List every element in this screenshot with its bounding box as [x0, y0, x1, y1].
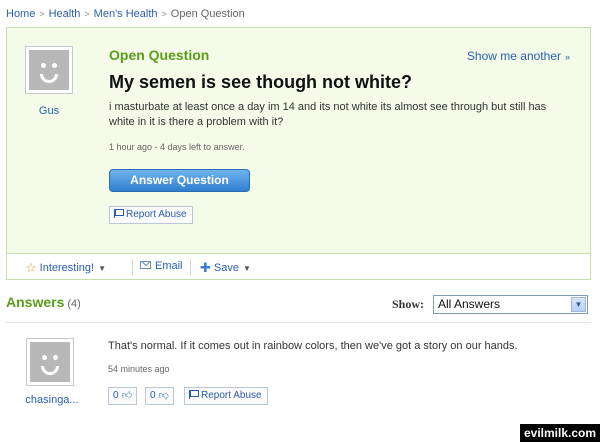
thumb-up-icon: 👍︎ [121, 390, 133, 401]
question-title: My semen is see though not white? [109, 72, 413, 92]
default-avatar-icon [29, 50, 69, 90]
answer-question-button[interactable]: Answer Question [109, 169, 250, 192]
report-abuse-label: Report Abuse [126, 209, 187, 220]
answer-meta: 54 minutes ago [108, 364, 170, 374]
flag-icon [189, 390, 199, 399]
thumbs-up-count: 0 [113, 390, 119, 401]
save-button[interactable]: ✚ Save ▼ [200, 260, 251, 276]
default-avatar-icon [30, 342, 70, 382]
asker-avatar[interactable] [25, 46, 73, 94]
thumb-down-icon: 👎︎ [158, 390, 169, 401]
question-meta: 1 hour ago - 4 days left to answer. [109, 142, 245, 152]
plus-icon: ✚ [200, 260, 211, 275]
email-button[interactable]: Email [140, 260, 183, 272]
interesting-label: Interesting! [39, 262, 95, 274]
question-status: Open Question [109, 47, 210, 63]
chevron-right-icon: > [39, 9, 45, 19]
answerer-avatar[interactable] [26, 338, 74, 386]
question-action-bar: ☆ Interesting! ▼ Email ✚ Save ▼ [6, 253, 591, 280]
answers-count: (4) [67, 298, 81, 310]
answers-heading-label: Answers [6, 294, 65, 310]
question-body: i masturbate at least once a day im 14 a… [109, 101, 547, 128]
breadcrumb-current: Open Question [170, 8, 245, 20]
breadcrumb-mens-health[interactable]: Men's Health [94, 8, 158, 20]
divider [6, 322, 591, 323]
question-panel: Gus Open Question Show me another» My se… [6, 27, 591, 253]
asker-name[interactable]: Gus [17, 105, 81, 117]
answer-report-label: Report Abuse [201, 390, 262, 401]
save-label: Save [213, 262, 239, 274]
show-filter-value: All Answers [438, 297, 501, 311]
flag-icon [114, 209, 124, 218]
show-another-label: Show me another [466, 49, 561, 63]
breadcrumb: Home > Health > Men's Health > Open Question [6, 8, 245, 20]
chevron-down-icon: ▼ [571, 297, 586, 312]
answer-text: That's normal. If it comes out in rainbo… [108, 340, 518, 352]
thumbs-up-button[interactable]: 0 👍︎ [108, 387, 138, 405]
double-chevron-right-icon: » [564, 52, 570, 62]
envelope-icon [140, 261, 151, 269]
star-icon: ☆ [25, 260, 37, 275]
chevron-right-icon: > [84, 9, 90, 19]
breadcrumb-health[interactable]: Health [49, 8, 81, 20]
action-divider [190, 259, 191, 275]
chevron-right-icon: > [161, 9, 167, 19]
show-filter-label: Show: [392, 297, 425, 311]
action-divider [132, 259, 133, 275]
watermark: evilmilk.com [520, 424, 600, 442]
show-another-link[interactable]: Show me another» [467, 49, 570, 63]
thumbs-down-button[interactable]: 0 👎︎ [145, 387, 174, 405]
report-abuse-button[interactable]: Report Abuse [109, 206, 193, 224]
interesting-button[interactable]: ☆ Interesting! ▼ [25, 260, 106, 276]
show-filter-select[interactable]: All Answers ▼ [433, 295, 588, 314]
answer-report-abuse-button[interactable]: Report Abuse [184, 387, 268, 405]
answers-heading: Answers (4) [6, 294, 81, 310]
caret-down-icon: ▼ [98, 264, 106, 273]
caret-down-icon: ▼ [242, 264, 251, 273]
breadcrumb-home[interactable]: Home [6, 8, 35, 20]
answerer-name[interactable]: chasinga... [10, 394, 94, 406]
thumbs-down-count: 0 [150, 390, 156, 401]
email-label: Email [155, 260, 183, 272]
